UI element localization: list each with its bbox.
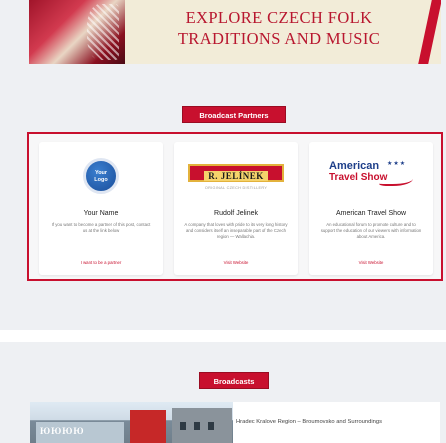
partner-card-your-logo: Your Logo Your Name If you want to becom… [39, 142, 163, 275]
partner-card-american-travel-show: American Travel Show ★★★ American Travel… [309, 142, 433, 275]
grey-building [172, 408, 232, 443]
partner-logo-area: Your Logo [39, 142, 163, 206]
facade-lettering: ЮЮЮЮ [40, 426, 85, 436]
american-travel-show-logo: American Travel Show ★★★ [321, 160, 425, 194]
building-facade: ЮЮЮЮ [36, 422, 124, 443]
broadcast-thumbnail[interactable]: ЮЮЮЮ [30, 402, 233, 443]
partner-logo-area: R. JELÍNEK ORIGINAL CZECH DISTILLERY [174, 142, 298, 206]
partners-frame: Your Logo Your Name If you want to becom… [27, 132, 443, 281]
jelinek-logo: R. JELÍNEK [188, 164, 284, 182]
broadcasts-section: Broadcasts ЮЮЮЮ Hradec Kralove Region – … [0, 342, 446, 443]
partner-description: An educational forum to promote culture … [320, 222, 422, 239]
logo-text-logo: Logo [94, 177, 108, 183]
visit-website-link[interactable]: Visit Website [309, 260, 433, 265]
jelinek-logo-text: R. JELÍNEK [204, 171, 268, 181]
banner-line-1: EXPLORE CZECH FOLK [185, 8, 373, 27]
section-divider [0, 330, 446, 342]
partner-name: Rudolf Jelinek [214, 210, 258, 217]
red-building [130, 410, 166, 443]
become-partner-link[interactable]: I want to be a partner [39, 260, 163, 265]
lace-detail [87, 4, 119, 60]
visit-website-link[interactable]: Visit Website [174, 260, 298, 265]
broadcast-partners-tag: Broadcast Partners [182, 106, 286, 123]
banner-heading: EXPLORE CZECH FOLK TRADITIONS AND MUSIC [129, 7, 429, 49]
partner-name: Your Name [83, 210, 119, 217]
broadcasts-tag: Broadcasts [199, 372, 269, 389]
jelinek-logo-subtitle: ORIGINAL CZECH DISTILLERY [204, 186, 268, 190]
stars-icon: ★★★ [387, 161, 407, 167]
banner-section: EXPLORE CZECH FOLK TRADITIONS AND MUSIC [0, 0, 446, 84]
folk-traditions-banner[interactable]: EXPLORE CZECH FOLK TRADITIONS AND MUSIC [29, 0, 441, 64]
logo-text-your: Your [94, 170, 108, 176]
broadcast-partners-section: Broadcast Partners Your Logo Your Name I… [0, 84, 446, 330]
partner-description: A company that loves with pride to its v… [184, 222, 288, 239]
swoosh-icon [379, 174, 413, 186]
ats-logo-line-1: American [329, 160, 380, 172]
folk-costume-photo [29, 0, 125, 64]
your-logo-badge: Your Logo [83, 158, 119, 194]
banner-line-2: TRADITIONS AND MUSIC [177, 29, 381, 48]
broadcast-item[interactable]: ЮЮЮЮ Hradec Kralove Region – Broumovsko … [30, 402, 440, 443]
partner-logo-area: American Travel Show ★★★ [309, 142, 433, 206]
partner-description: If you want to become a partner of this … [51, 222, 151, 233]
partner-name: American Travel Show [335, 210, 407, 217]
broadcast-title[interactable]: Hradec Kralove Region – Broumovsko and S… [236, 418, 436, 427]
partner-card-jelinek: R. JELÍNEK ORIGINAL CZECH DISTILLERY Rud… [174, 142, 298, 275]
